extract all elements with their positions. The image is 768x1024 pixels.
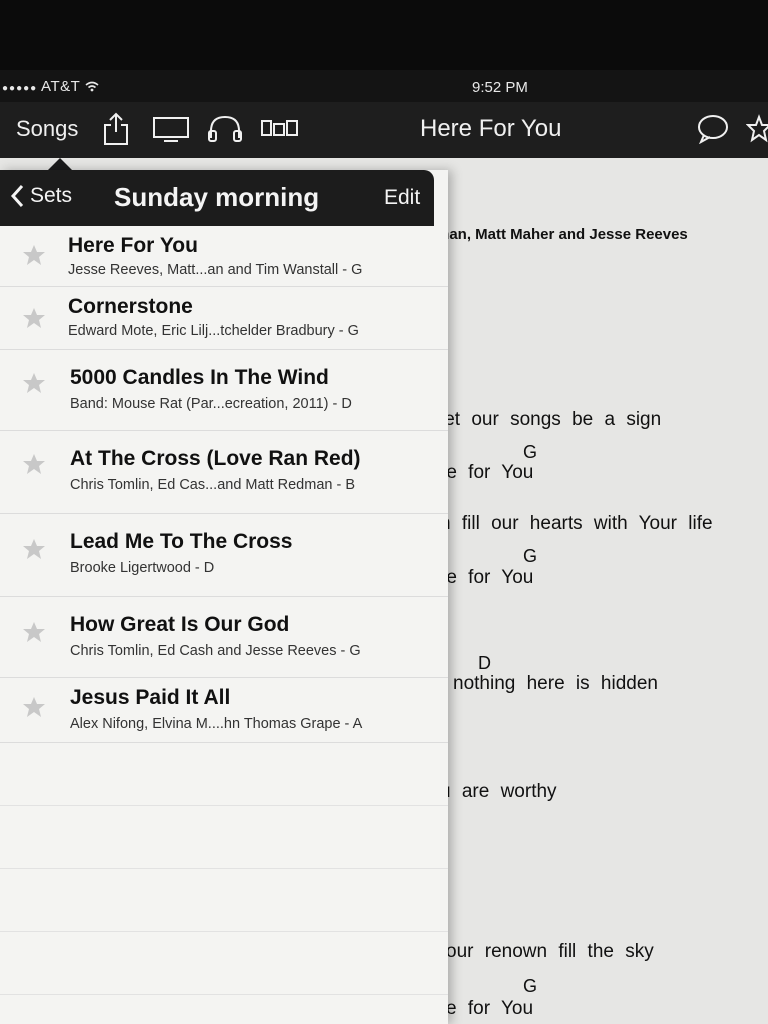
song-credits: man, Matt Maher and Jesse Reeves bbox=[436, 226, 688, 243]
star-icon[interactable] bbox=[22, 538, 46, 560]
list-item[interactable]: Lead Me To The Cross Brooke Ligertwood -… bbox=[0, 514, 448, 597]
chord: D bbox=[478, 653, 491, 673]
song-item-subtitle: Edward Mote, Eric Lilj...tchelder Bradbu… bbox=[68, 323, 359, 339]
empty-row bbox=[0, 932, 448, 995]
lyric-line: u are worthy bbox=[440, 781, 557, 802]
device-bezel bbox=[0, 0, 768, 70]
star-icon[interactable] bbox=[746, 112, 768, 146]
lyric-line: nothing here is hidden bbox=[453, 673, 658, 694]
carrier-indicator: ●●●●● AT&T bbox=[2, 78, 99, 95]
list-item[interactable]: At The Cross (Love Ran Red) Chris Tomlin… bbox=[0, 431, 448, 514]
chord: G bbox=[523, 442, 538, 462]
list-item[interactable]: Here For You Jesse Reeves, Matt...an and… bbox=[0, 226, 448, 287]
star-icon[interactable] bbox=[22, 453, 46, 475]
status-time: 9:52 PM bbox=[472, 79, 528, 96]
headphones-icon[interactable] bbox=[206, 112, 244, 146]
popover-header: Sets Sunday morning Edit bbox=[0, 170, 434, 226]
star-icon[interactable] bbox=[22, 244, 46, 266]
popover-arrow bbox=[48, 158, 72, 170]
song-item-subtitle: Band: Mouse Rat (Par...ecreation, 2011) … bbox=[70, 396, 352, 412]
song-item-title: Here For You bbox=[68, 234, 198, 257]
list-item[interactable]: How Great Is Our God Chris Tomlin, Ed Ca… bbox=[0, 597, 448, 678]
lyric-line: n fill our hearts with Your life bbox=[440, 513, 713, 534]
song-item-title: Cornerstone bbox=[68, 295, 193, 318]
song-item-title: 5000 Candles In The Wind bbox=[70, 366, 329, 389]
song-item-subtitle: Alex Nifong, Elvina M....hn Thomas Grape… bbox=[70, 716, 363, 732]
list-item[interactable]: Jesus Paid It All Alex Nifong, Elvina M.… bbox=[0, 678, 448, 743]
lyric-line: re for You bbox=[440, 567, 534, 588]
back-to-sets-button[interactable]: Sets bbox=[10, 184, 72, 208]
wifi-icon bbox=[85, 81, 99, 92]
song-item-subtitle: Jesse Reeves, Matt...an and Tim Wanstall… bbox=[68, 262, 363, 278]
layout-icon[interactable] bbox=[260, 112, 300, 146]
empty-row bbox=[0, 743, 448, 806]
star-icon[interactable] bbox=[22, 307, 46, 329]
song-item-title: Jesus Paid It All bbox=[70, 686, 231, 709]
chord: G bbox=[523, 976, 538, 996]
song-item-title: At The Cross (Love Ran Red) bbox=[70, 447, 361, 470]
song-item-subtitle: Chris Tomlin, Ed Cas...and Matt Redman -… bbox=[70, 477, 356, 493]
comment-icon[interactable] bbox=[696, 112, 730, 146]
song-item-subtitle: Chris Tomlin, Ed Cash and Jesse Reeves -… bbox=[70, 643, 361, 659]
star-icon[interactable] bbox=[22, 621, 46, 643]
empty-row bbox=[0, 869, 448, 932]
edit-button[interactable]: Edit bbox=[384, 186, 420, 210]
lyric-line: our renown fill the sky bbox=[446, 941, 654, 962]
set-title: Sunday morning bbox=[114, 182, 320, 212]
list-item[interactable]: 5000 Candles In The Wind Band: Mouse Rat… bbox=[0, 350, 448, 431]
back-label: Sets bbox=[30, 184, 73, 207]
song-list: Here For You Jesse Reeves, Matt...an and… bbox=[0, 226, 448, 995]
chevron-left-icon bbox=[10, 184, 24, 208]
song-title: Here For You bbox=[420, 115, 562, 142]
lyric-line: e for You bbox=[446, 998, 534, 1019]
nav-bar: Songs Here For You bbox=[0, 102, 768, 158]
empty-row bbox=[0, 806, 448, 869]
share-icon[interactable] bbox=[102, 112, 130, 146]
signal-icon: ●●●●● bbox=[2, 83, 38, 94]
star-icon[interactable] bbox=[22, 372, 46, 394]
carrier-name: AT&T bbox=[41, 78, 80, 95]
song-item-title: How Great Is Our God bbox=[70, 613, 290, 636]
set-popover: Sets Sunday morning Edit Here For You Je… bbox=[0, 170, 448, 1024]
lyric-line: re for You bbox=[440, 462, 534, 483]
lyric-line: let our songs be a sign bbox=[440, 409, 662, 430]
chord: G bbox=[523, 546, 538, 566]
status-bar: ●●●●● AT&T 9:52 PM bbox=[0, 70, 768, 102]
songs-button[interactable]: Songs bbox=[16, 116, 78, 142]
song-item-subtitle: Brooke Ligertwood - D bbox=[70, 560, 215, 576]
song-item-title: Lead Me To The Cross bbox=[70, 530, 293, 553]
list-item[interactable]: Cornerstone Edward Mote, Eric Lilj...tch… bbox=[0, 287, 448, 350]
star-icon[interactable] bbox=[22, 696, 46, 718]
display-icon[interactable] bbox=[152, 112, 190, 146]
